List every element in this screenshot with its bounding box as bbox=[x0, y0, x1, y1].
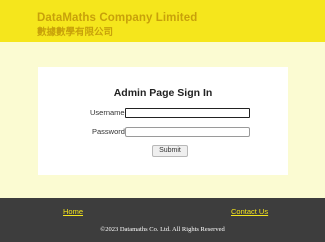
username-label: Username bbox=[90, 108, 125, 117]
site-header: DataMaths Company Limited 數據數學有限公司 bbox=[0, 0, 325, 42]
copyright-text: ©2023 Datamaths Co. Ltd. All Rights Rese… bbox=[100, 226, 225, 233]
home-link[interactable]: Home bbox=[63, 207, 83, 216]
contact-us-link[interactable]: Contact Us bbox=[231, 207, 268, 216]
username-input[interactable] bbox=[125, 108, 250, 118]
company-name-chinese: 數據數學有限公司 bbox=[37, 27, 114, 38]
site-footer: Home Contact Us ©2023 Datamaths Co. Ltd.… bbox=[0, 198, 325, 242]
password-input[interactable] bbox=[125, 127, 250, 137]
page-title: Admin Page Sign In bbox=[113, 87, 213, 99]
password-label: Password bbox=[92, 127, 125, 136]
company-name-english: DataMaths Company Limited bbox=[37, 12, 198, 24]
sign-in-card: Admin Page Sign In Username Password Sub… bbox=[38, 67, 288, 175]
submit-button[interactable]: Submit bbox=[152, 145, 188, 157]
